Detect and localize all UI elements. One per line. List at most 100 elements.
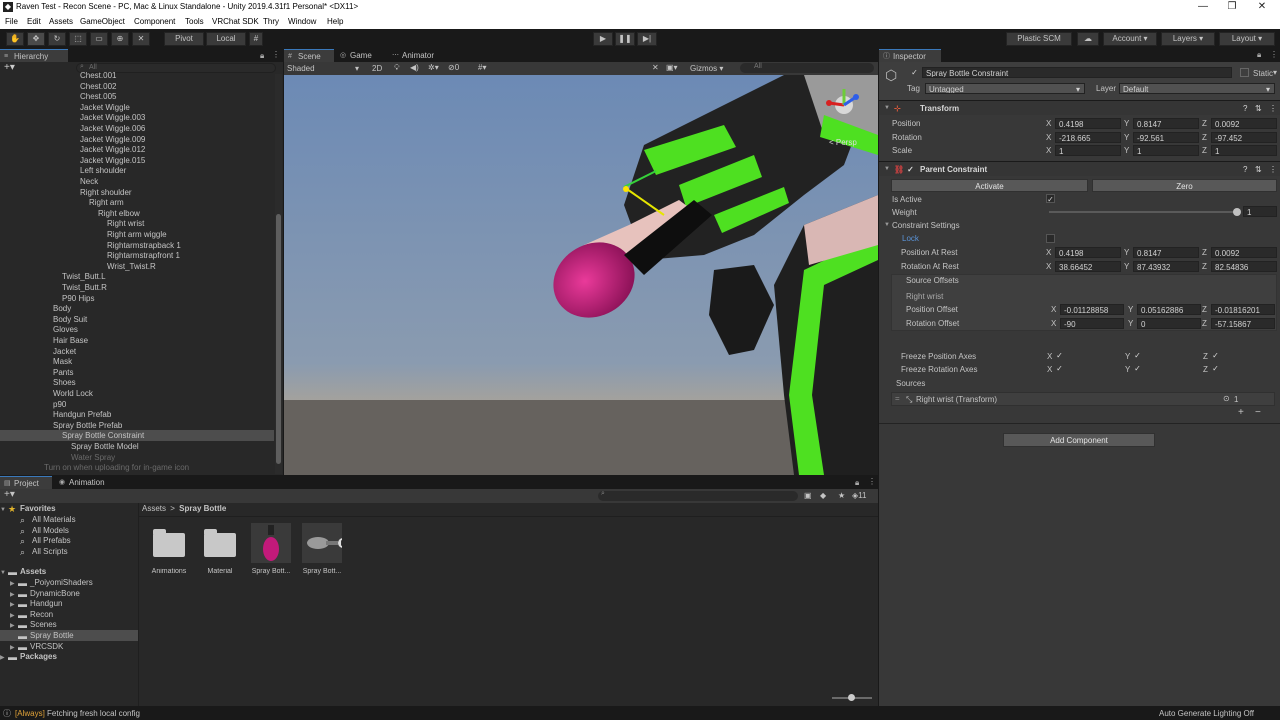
hierarchy-item[interactable]: Right wrist <box>0 218 274 229</box>
x-field[interactable]: -218.665 <box>1055 131 1121 143</box>
parent-constraint-header[interactable]: ▼ ⛓︎ ✓ Parent Constraint ? ⇅ ⋮ <box>879 161 1280 176</box>
y-field[interactable]: 0.8147 <box>1133 118 1199 129</box>
play-button[interactable]: ▶ <box>593 32 613 46</box>
hierarchy-item[interactable]: Spray Bottle Prefab <box>0 420 274 431</box>
weight-slider[interactable] <box>1049 211 1239 213</box>
hidden-packages-icon[interactable]: ◈11 <box>852 491 866 500</box>
hierarchy-item[interactable]: Right arm <box>0 197 274 208</box>
layer-dropdown[interactable]: Default ▾ <box>1119 83 1275 94</box>
audio-icon[interactable]: ◀) <box>410 63 419 72</box>
freeze-pos-z-checkbox[interactable]: ✓ <box>1211 351 1220 360</box>
weight-slider-handle[interactable] <box>1233 208 1241 216</box>
hierarchy-item[interactable]: Jacket Wiggle.009 <box>0 134 274 145</box>
hierarchy-item[interactable]: Jacket Wiggle.015 <box>0 155 274 166</box>
hierarchy-item[interactable]: p90 <box>0 399 274 410</box>
is-active-checkbox[interactable]: ✓ <box>1046 194 1055 204</box>
hierarchy-item[interactable]: P90 Hips <box>0 293 274 304</box>
zero-button[interactable]: Zero <box>1092 179 1277 192</box>
object-picker-icon[interactable]: ⊙ <box>1223 394 1230 403</box>
transform-foldout-icon[interactable]: ▼ <box>884 101 890 116</box>
hierarchy-item[interactable]: Wrist_Twist.R <box>0 261 274 272</box>
auto-lighting-status[interactable]: Auto Generate Lighting Off <box>1159 709 1254 718</box>
constraint-help-icon[interactable]: ? <box>1243 162 1247 177</box>
hierarchy-item[interactable]: Hair Base <box>0 335 274 346</box>
y-field[interactable]: 1 <box>1133 145 1199 156</box>
hierarchy-item[interactable]: Jacket Wiggle.003 <box>0 112 274 123</box>
folder-item[interactable]: ▶ ▬ DynamicBone <box>0 588 138 599</box>
project-menu-icon[interactable]: ⋮ <box>868 477 876 486</box>
freeze-rot-x-checkbox[interactable]: ✓ <box>1055 364 1064 373</box>
asset-spray-bottle-model[interactable]: Spray Bott... <box>300 523 348 575</box>
z-field[interactable]: 0.0092 <box>1211 118 1277 129</box>
transform-tool-icon[interactable]: ⊕ <box>111 32 129 46</box>
menu-tools[interactable]: Tools <box>185 17 204 26</box>
x-field[interactable]: -0.01128858 <box>1060 304 1124 315</box>
hierarchy-item[interactable]: Right shoulder <box>0 187 274 198</box>
layout-dropdown[interactable]: Layout ▾ <box>1219 32 1275 46</box>
pause-button[interactable]: ❚❚ <box>615 32 635 46</box>
hierarchy-item[interactable]: Chest.005 <box>0 91 274 102</box>
z-field[interactable]: -0.01816201 <box>1211 304 1275 315</box>
favorite-item[interactable]: ⌕ All Prefabs <box>0 535 138 546</box>
filter-type-icon[interactable]: ▣ <box>804 491 812 500</box>
hierarchy-item[interactable]: Spray Bottle Constraint <box>0 430 274 442</box>
layers-dropdown[interactable]: Layers ▾ <box>1161 32 1215 46</box>
drag-handle-icon[interactable]: = <box>895 394 900 403</box>
hierarchy-item[interactable]: Pants <box>0 367 274 378</box>
effects-icon[interactable]: ✲▾ <box>428 63 439 72</box>
status-message[interactable]: [Always] Fetching fresh local config <box>15 709 140 718</box>
hierarchy-item[interactable]: Spray Bottle Model <box>0 441 274 452</box>
lock-icon[interactable]: 🔒︎ <box>260 51 264 61</box>
menu-help[interactable]: Help <box>327 17 343 26</box>
hierarchy-scrollbar[interactable] <box>275 74 282 474</box>
project-lock-icon[interactable]: 🔒︎ <box>855 478 859 488</box>
settings-foldout-icon[interactable]: ▼ <box>884 222 890 228</box>
hierarchy-item[interactable]: Jacket Wiggle <box>0 102 274 113</box>
hierarchy-item[interactable]: Shoes <box>0 377 274 388</box>
activate-button[interactable]: Activate <box>891 179 1088 192</box>
freeze-rot-y-checkbox[interactable]: ✓ <box>1133 364 1142 373</box>
hierarchy-item[interactable]: Neck <box>0 176 274 187</box>
hierarchy-item[interactable]: Chest.002 <box>0 81 274 92</box>
freeze-pos-x-checkbox[interactable]: ✓ <box>1055 351 1064 360</box>
freeze-pos-y-checkbox[interactable]: ✓ <box>1133 351 1142 360</box>
tools-icon[interactable]: ✕ <box>652 63 659 72</box>
constraint-foldout-icon[interactable]: ▼ <box>884 162 890 177</box>
preset-icon[interactable]: ⇅ <box>1255 101 1262 116</box>
tab-animator[interactable]: ⋯ Animator <box>388 49 448 62</box>
x-field[interactable]: 1 <box>1055 145 1121 156</box>
favorite-item[interactable]: ⌕ All Scripts <box>0 546 138 557</box>
object-active-checkbox[interactable]: ✓ <box>910 68 919 77</box>
favorites-row[interactable]: ▼ ★ Favorites <box>0 503 138 514</box>
x-field[interactable]: 0.4198 <box>1055 118 1121 129</box>
x-field[interactable]: 38.66452 <box>1055 260 1121 272</box>
move-gizmo[interactable] <box>623 186 629 192</box>
hierarchy-item[interactable]: Right elbow <box>0 208 274 219</box>
tab-scene[interactable]: # Scene <box>284 49 334 62</box>
static-dropdown-icon[interactable]: ▾ <box>1273 68 1277 77</box>
hierarchy-item[interactable]: Handgun Prefab <box>0 409 274 420</box>
z-field[interactable]: 0.0092 <box>1211 247 1277 258</box>
y-field[interactable]: 0 <box>1137 317 1201 329</box>
menu-vrchat-sdk[interactable]: VRChat SDK <box>212 17 259 26</box>
breadcrumb-assets[interactable]: Assets <box>142 504 166 513</box>
hierarchy-item[interactable]: Chest.001 <box>0 70 274 81</box>
favorite-item[interactable]: ⌕ All Models <box>0 525 138 536</box>
scene-viewport[interactable]: < Persp <box>284 75 878 475</box>
tab-hierarchy[interactable]: ≡ Hierarchy <box>0 49 68 62</box>
breadcrumb-spray-bottle[interactable]: Spray Bottle <box>179 504 226 513</box>
asset-spray-bottle-prefab[interactable]: Spray Bott... <box>249 523 293 575</box>
camera-icon[interactable]: ▣▾ <box>666 63 678 72</box>
hierarchy-item[interactable]: Left shoulder <box>0 165 274 176</box>
folder-item[interactable]: ▶ ▬ VRCSDK <box>0 641 138 652</box>
inspector-lock-icon[interactable]: 🔒︎ <box>1257 50 1261 60</box>
step-button[interactable]: ▶| <box>637 32 657 46</box>
x-field[interactable]: -90 <box>1060 317 1124 329</box>
lighting-icon[interactable]: 💡︎ <box>394 63 400 73</box>
constraint-preset-icon[interactable]: ⇅ <box>1255 162 1262 177</box>
folder-item[interactable]: ▬ Spray Bottle <box>0 630 138 641</box>
pivot-toggle[interactable]: Pivot <box>164 32 204 46</box>
hierarchy-item[interactable]: Body Suit <box>0 314 274 325</box>
move-tool-icon[interactable]: ✥ <box>27 32 45 46</box>
packages-row[interactable]: ▶ ▬ Packages <box>0 651 138 662</box>
